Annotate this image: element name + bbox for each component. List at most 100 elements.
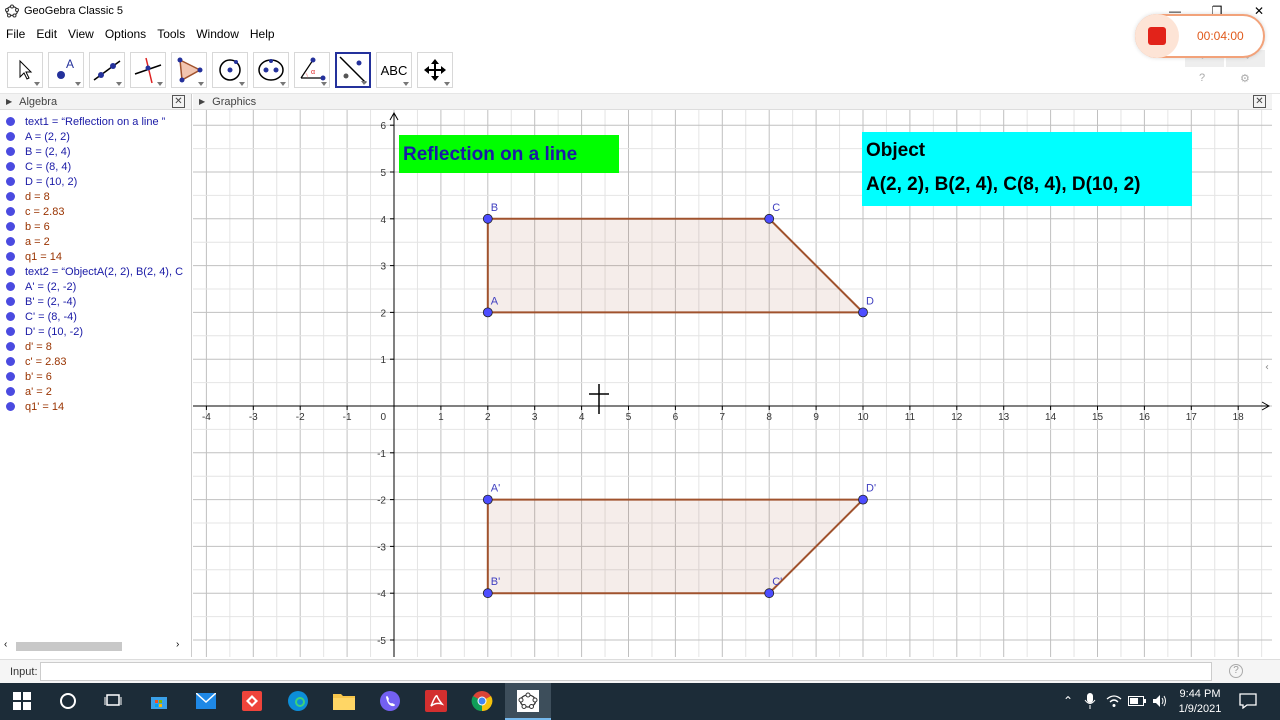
visibility-toggle-icon[interactable]	[6, 192, 15, 201]
visibility-toggle-icon[interactable]	[6, 147, 15, 156]
anydesk-icon[interactable]	[240, 689, 264, 713]
show-hidden-icons-icon[interactable]: ⌃	[1056, 689, 1080, 713]
viber-icon[interactable]	[378, 689, 402, 713]
mail-icon[interactable]	[194, 689, 218, 713]
adobe-acrobat-icon[interactable]	[424, 689, 448, 713]
notifications-icon[interactable]	[1236, 689, 1260, 713]
visibility-toggle-icon[interactable]	[6, 357, 15, 366]
point-A[interactable]	[482, 307, 493, 318]
text1-reflection-title[interactable]: Reflection on a line	[403, 144, 577, 165]
store-icon[interactable]	[147, 689, 171, 713]
menu-options[interactable]: Options	[99, 27, 151, 41]
polygon-q1-prime[interactable]	[486, 498, 866, 595]
visibility-toggle-icon[interactable]	[6, 117, 15, 126]
algebra-item[interactable]: B = (2, 4)	[0, 144, 192, 159]
close-graphics-button[interactable]: ✕	[1253, 95, 1266, 108]
move-graphics-view-tool-button[interactable]	[417, 52, 453, 88]
algebra-item[interactable]: d' = 8	[0, 339, 192, 354]
visibility-toggle-icon[interactable]	[6, 402, 15, 411]
record-stop-button[interactable]	[1135, 14, 1179, 58]
move-tool-button[interactable]	[7, 52, 43, 88]
collapse-arrow-icon[interactable]: ▶	[199, 97, 205, 106]
expand-arrow-icon[interactable]: ‹	[1265, 362, 1269, 373]
visibility-toggle-icon[interactable]	[6, 297, 15, 306]
settings-gear-icon[interactable]: ⚙	[1240, 72, 1250, 85]
visibility-toggle-icon[interactable]	[6, 342, 15, 351]
task-view-icon[interactable]	[101, 689, 125, 713]
algebra-item[interactable]: D = (10, 2)	[0, 174, 192, 189]
algebra-item[interactable]: A' = (2, -2)	[0, 279, 192, 294]
visibility-toggle-icon[interactable]	[6, 252, 15, 261]
scroll-left-icon[interactable]: ‹	[4, 639, 7, 650]
graphics-canvas[interactable]: -4 -3 -2 -1 1 2 3 4 5 6 7 8 9 10 11 12 13 14 15 16 17 18-5-4-…	[193, 110, 1272, 657]
menu-window[interactable]: Window	[190, 27, 244, 41]
collapse-arrow-icon[interactable]: ▶	[6, 97, 12, 106]
text2-object-heading[interactable]: Object	[866, 140, 926, 161]
visibility-toggle-icon[interactable]	[6, 132, 15, 141]
system-clock[interactable]: 9:44 PM 1/9/2021	[1170, 687, 1230, 717]
menu-file[interactable]: File	[0, 27, 30, 41]
perpendicular-line-tool-button[interactable]	[130, 52, 166, 88]
algebra-item[interactable]: B' = (2, -4)	[0, 294, 192, 309]
menu-view[interactable]: View	[62, 27, 99, 41]
point-B-prime[interactable]	[482, 588, 493, 599]
visibility-toggle-icon[interactable]	[6, 327, 15, 336]
algebra-item[interactable]: a = 2	[0, 234, 192, 249]
algebra-item[interactable]: b' = 6	[0, 369, 192, 384]
algebra-item[interactable]: text2 = “ObjectA(2, 2), B(2, 4), C	[0, 264, 192, 279]
visibility-toggle-icon[interactable]	[6, 312, 15, 321]
algebra-item[interactable]: C' = (8, -4)	[0, 309, 192, 324]
algebra-item[interactable]: c' = 2.83	[0, 354, 192, 369]
chrome-icon[interactable]	[470, 689, 494, 713]
circle-tool-button[interactable]	[212, 52, 248, 88]
text2-object-coordinates[interactable]: A(2, 2), B(2, 4), C(8, 4), D(10, 2)	[866, 174, 1141, 195]
visibility-toggle-icon[interactable]	[6, 162, 15, 171]
visibility-toggle-icon[interactable]	[6, 267, 15, 276]
algebra-item[interactable]: D' = (10, -2)	[0, 324, 192, 339]
algebra-item[interactable]: c = 2.83	[0, 204, 192, 219]
menu-edit[interactable]: Edit	[30, 27, 62, 41]
windows-start-icon[interactable]	[10, 689, 34, 713]
scroll-right-icon[interactable]: ›	[176, 639, 179, 650]
algebra-item[interactable]: A = (2, 2)	[0, 129, 192, 144]
visibility-toggle-icon[interactable]	[6, 372, 15, 381]
algebra-horizontal-scrollbar[interactable]: ‹ ›	[0, 639, 192, 653]
visibility-toggle-icon[interactable]	[6, 177, 15, 186]
point-tool-button[interactable]: A	[48, 52, 84, 88]
wifi-icon[interactable]	[1102, 689, 1126, 713]
polygon-tool-button[interactable]	[171, 52, 207, 88]
algebra-item[interactable]: q1' = 14	[0, 399, 192, 414]
file-explorer-icon[interactable]	[332, 689, 356, 713]
input-help-icon[interactable]: ?	[1229, 664, 1243, 678]
reflect-tool-button[interactable]	[335, 52, 371, 88]
visibility-toggle-icon[interactable]	[6, 282, 15, 291]
battery-icon[interactable]	[1125, 689, 1149, 713]
line-tool-button[interactable]	[89, 52, 125, 88]
help-icon[interactable]: ?	[1199, 72, 1205, 84]
algebra-item[interactable]: d = 8	[0, 189, 192, 204]
visibility-toggle-icon[interactable]	[6, 237, 15, 246]
algebra-item[interactable]: text1 = “Reflection on a line ”	[0, 114, 192, 129]
algebra-item[interactable]: C = (8, 4)	[0, 159, 192, 174]
point-D-prime[interactable]	[858, 494, 868, 505]
visibility-toggle-icon[interactable]	[6, 207, 15, 216]
menu-help[interactable]: Help	[244, 27, 280, 41]
close-algebra-button[interactable]: ✕	[172, 95, 185, 108]
polygon-q1[interactable]	[486, 217, 866, 314]
point-C-prime[interactable]	[764, 588, 775, 599]
point-D[interactable]	[858, 307, 868, 318]
visibility-toggle-icon[interactable]	[6, 387, 15, 396]
point-B[interactable]	[482, 213, 493, 224]
algebra-item[interactable]: b = 6	[0, 219, 192, 234]
volume-icon[interactable]	[1148, 689, 1172, 713]
algebra-item[interactable]: a' = 2	[0, 384, 192, 399]
angle-tool-button[interactable]: α	[294, 52, 330, 88]
text-tool-button[interactable]: ABC	[376, 52, 412, 88]
conic-tool-button[interactable]	[253, 52, 289, 88]
algebra-item[interactable]: q1 = 14	[0, 249, 192, 264]
edge-browser-icon[interactable]	[286, 689, 310, 713]
visibility-toggle-icon[interactable]	[6, 222, 15, 231]
geogebra-taskbar-icon[interactable]	[516, 689, 540, 713]
point-C[interactable]	[764, 213, 775, 224]
search-icon[interactable]	[56, 689, 80, 713]
